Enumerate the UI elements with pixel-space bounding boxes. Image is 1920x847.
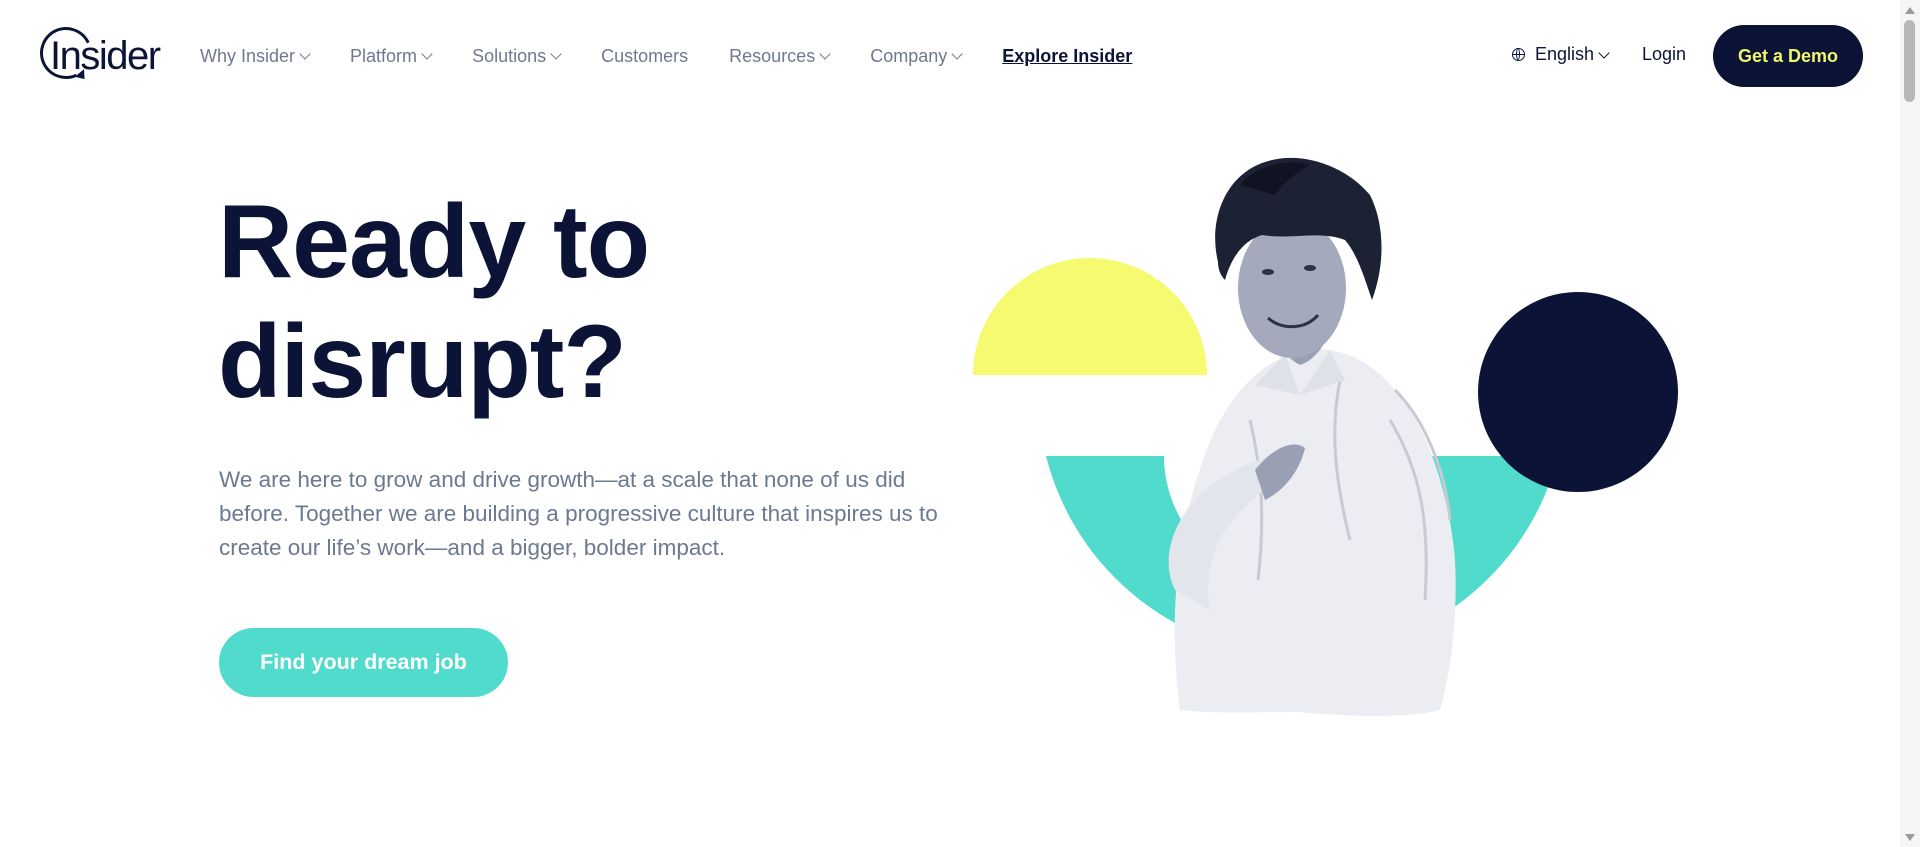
find-dream-job-button[interactable]: Find your dream job — [219, 628, 508, 697]
login-link[interactable]: Login — [1642, 44, 1686, 65]
chevron-down-icon — [550, 48, 562, 60]
scrollbar-thumb[interactable] — [1904, 20, 1915, 102]
nav-explore-insider-link[interactable]: Explore Insider — [1002, 46, 1132, 67]
page-scrollbar[interactable] — [1900, 0, 1920, 847]
language-label: English — [1535, 44, 1595, 64]
chevron-down-icon — [819, 48, 831, 60]
teal-semicircle-ring — [1046, 456, 1558, 656]
navy-circle — [1478, 292, 1678, 492]
yellow-half-circle — [973, 258, 1207, 375]
site-header: Insider Why Insider Platform Solutions C… — [0, 0, 1900, 112]
nav-item-label: Resources — [729, 45, 816, 66]
nav-item-company[interactable]: Company — [870, 45, 963, 67]
nav-item-label: Customers — [601, 45, 689, 66]
chevron-down-icon — [951, 48, 963, 60]
hero-illustration — [973, 157, 1678, 716]
insider-logo[interactable]: Insider — [32, 19, 168, 88]
person-hair — [1215, 157, 1382, 300]
nav-item-solutions[interactable]: Solutions — [472, 45, 562, 67]
get-a-demo-button[interactable]: Get a Demo — [1713, 25, 1863, 87]
hero-title: Ready to disrupt? — [218, 182, 650, 422]
logo-text: Insider — [50, 34, 161, 78]
chevron-down-icon — [1598, 46, 1610, 59]
scroll-up-arrow-icon[interactable] — [1905, 7, 1915, 14]
person-arm — [1168, 455, 1285, 610]
nav-item-why-insider[interactable]: Why Insider — [200, 45, 311, 67]
hero-title-line-1: Ready to — [218, 184, 650, 300]
scroll-down-arrow-icon[interactable] — [1905, 834, 1915, 841]
nav-item-resources[interactable]: Resources — [729, 45, 831, 67]
nav-item-label: Platform — [350, 45, 418, 66]
chevron-down-icon — [299, 48, 311, 60]
nav-item-label: Why Insider — [200, 45, 296, 66]
nav-item-label: Solutions — [472, 45, 547, 66]
globe-icon — [1512, 48, 1525, 61]
hero-description: We are here to grow and drive growth—at … — [219, 467, 938, 560]
person-face — [1238, 218, 1346, 358]
chevron-down-icon — [421, 48, 433, 60]
nav-item-label: Company — [870, 45, 948, 66]
person-photo — [1168, 157, 1456, 716]
hero-title-line-2: disrupt? — [218, 304, 627, 420]
nav-item-customers[interactable]: Customers — [601, 46, 688, 67]
language-selector[interactable]: English — [1512, 44, 1610, 65]
nav-item-platform[interactable]: Platform — [350, 45, 433, 67]
main-nav: Why Insider Platform Solutions Customers… — [200, 0, 1132, 112]
person-shirt — [1174, 349, 1456, 716]
